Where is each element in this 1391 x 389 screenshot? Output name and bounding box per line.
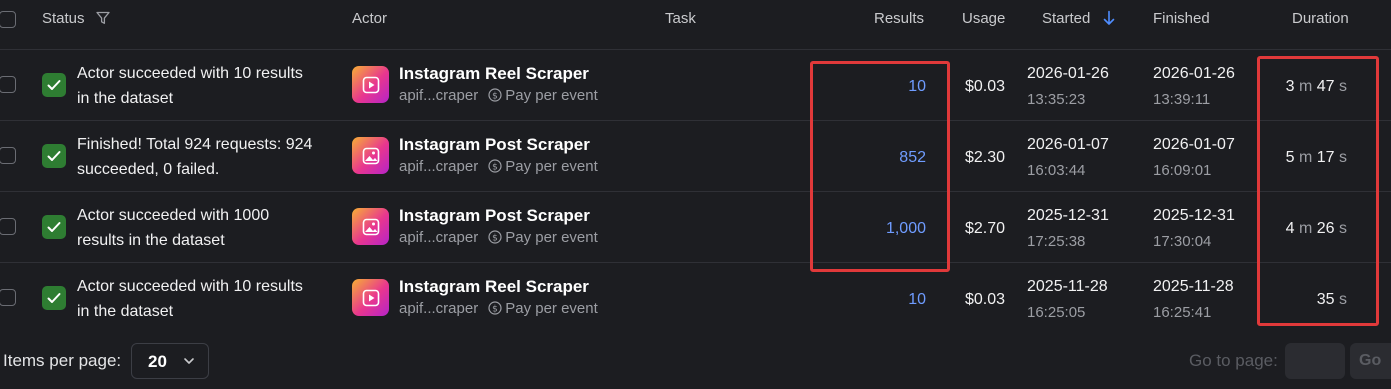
actor-id: apif...craper bbox=[399, 229, 479, 246]
table-row[interactable]: Actor succeeded with 10 results in the d… bbox=[0, 263, 1391, 334]
table-header: Status Actor Task Results Usage Started … bbox=[0, 0, 1391, 50]
chevron-down-icon bbox=[182, 354, 196, 373]
started-date: 2025-11-28 bbox=[1027, 278, 1108, 295]
status-message: Finished! Total 924 requests: 924 succee… bbox=[77, 132, 342, 182]
success-check-icon bbox=[42, 144, 66, 168]
results-link[interactable]: 10 bbox=[908, 291, 926, 309]
actor-column-header: Actor bbox=[352, 10, 388, 27]
finished-column-header: Finished bbox=[1153, 10, 1210, 27]
select-all-checkbox[interactable] bbox=[0, 11, 16, 28]
svg-text:$: $ bbox=[492, 305, 498, 315]
task-column-header: Task bbox=[665, 10, 696, 27]
finished-date: 2026-01-26 bbox=[1153, 65, 1235, 82]
started-header-label: Started bbox=[1042, 10, 1091, 27]
items-per-page-select[interactable]: 20 bbox=[131, 343, 209, 379]
status-line: in the dataset bbox=[77, 90, 174, 107]
actor-id: apif...craper bbox=[399, 300, 479, 317]
results-highlight-box bbox=[810, 61, 950, 272]
go-button[interactable]: Go bbox=[1350, 343, 1391, 379]
usage-column-header: Usage bbox=[962, 10, 1006, 27]
video-play-icon bbox=[352, 66, 389, 103]
status-line: Actor succeeded with 10 results bbox=[77, 65, 303, 82]
started-time: 13:35:23 bbox=[1027, 91, 1086, 108]
started-time: 17:25:38 bbox=[1027, 233, 1086, 250]
status-message: Actor succeeded with 10 results in the d… bbox=[77, 61, 342, 111]
actor-name-link[interactable]: Instagram Reel Scraper bbox=[399, 64, 589, 84]
goto-page-input[interactable] bbox=[1285, 343, 1345, 379]
svg-text:$: $ bbox=[492, 234, 498, 244]
table-row[interactable]: Actor succeeded with 10 results in the d… bbox=[0, 50, 1391, 121]
svg-text:$: $ bbox=[492, 92, 498, 102]
success-check-icon bbox=[42, 215, 66, 239]
status-message: Actor succeeded with 10 results in the d… bbox=[77, 274, 342, 324]
status-line: Actor succeeded with 1000 bbox=[77, 207, 270, 224]
pricing-model: Pay per event bbox=[505, 87, 598, 104]
success-check-icon bbox=[42, 286, 66, 310]
actor-meta: apif...craper $ Pay per event bbox=[399, 300, 598, 319]
duration-highlight-box bbox=[1257, 56, 1379, 326]
started-time: 16:25:05 bbox=[1027, 304, 1086, 321]
started-date: 2026-01-07 bbox=[1027, 136, 1109, 153]
usage-value: $2.30 bbox=[965, 149, 1006, 166]
pricing-model: Pay per event bbox=[505, 300, 598, 317]
finished-time: 17:30:04 bbox=[1153, 233, 1212, 250]
finished-time: 13:39:11 bbox=[1153, 91, 1211, 108]
row-checkbox[interactable] bbox=[0, 289, 16, 306]
actor-meta: apif...craper $ Pay per event bbox=[399, 229, 598, 248]
filter-icon[interactable] bbox=[95, 10, 111, 31]
coin-icon: $ bbox=[488, 88, 502, 106]
started-date: 2025-12-31 bbox=[1027, 207, 1109, 224]
actor-name-link[interactable]: Instagram Reel Scraper bbox=[399, 277, 589, 297]
actor-meta: apif...craper $ Pay per event bbox=[399, 158, 598, 177]
pricing-model: Pay per event bbox=[505, 229, 598, 246]
status-line: Finished! Total 924 requests: 924 bbox=[77, 136, 313, 153]
row-checkbox[interactable] bbox=[0, 147, 16, 164]
usage-value: $0.03 bbox=[965, 78, 1006, 95]
coin-icon: $ bbox=[488, 230, 502, 248]
actor-name-link[interactable]: Instagram Post Scraper bbox=[399, 206, 590, 226]
finished-date: 2025-11-28 bbox=[1153, 278, 1234, 295]
table-row[interactable]: Actor succeeded with 1000 results in the… bbox=[0, 192, 1391, 263]
actor-meta: apif...craper $ Pay per event bbox=[399, 87, 598, 106]
started-time: 16:03:44 bbox=[1027, 162, 1086, 179]
actor-name-link[interactable]: Instagram Post Scraper bbox=[399, 135, 590, 155]
usage-value: $2.70 bbox=[965, 220, 1006, 237]
actor-id: apif...craper bbox=[399, 87, 479, 104]
actor-id: apif...craper bbox=[399, 158, 479, 175]
row-checkbox[interactable] bbox=[0, 218, 16, 235]
video-play-icon bbox=[352, 279, 389, 316]
status-line: in the dataset bbox=[77, 303, 174, 320]
image-icon bbox=[352, 137, 389, 174]
pagination-bar: Items per page: 20 Go to page: Go bbox=[0, 333, 1391, 389]
started-column-header[interactable]: Started bbox=[1042, 10, 1115, 31]
status-header-label: Status bbox=[42, 10, 85, 27]
coin-icon: $ bbox=[488, 159, 502, 177]
finished-time: 16:09:01 bbox=[1153, 162, 1212, 179]
duration-column-header: Duration bbox=[1292, 10, 1349, 27]
row-checkbox[interactable] bbox=[0, 76, 16, 93]
svg-text:$: $ bbox=[492, 163, 498, 173]
status-message: Actor succeeded with 1000 results in the… bbox=[77, 203, 342, 253]
status-column-header[interactable]: Status bbox=[42, 10, 111, 31]
goto-page-label: Go to page: bbox=[1189, 351, 1278, 370]
started-date: 2026-01-26 bbox=[1027, 65, 1109, 82]
table-row[interactable]: Finished! Total 924 requests: 924 succee… bbox=[0, 121, 1391, 192]
coin-icon: $ bbox=[488, 301, 502, 319]
status-line: Actor succeeded with 10 results bbox=[77, 278, 303, 295]
items-per-page-value: 20 bbox=[148, 352, 167, 371]
status-line: succeeded, 0 failed. bbox=[77, 161, 220, 178]
finished-date: 2026-01-07 bbox=[1153, 136, 1235, 153]
image-icon bbox=[352, 208, 389, 245]
usage-value: $0.03 bbox=[965, 291, 1006, 308]
status-line: results in the dataset bbox=[77, 232, 225, 249]
results-column-header: Results bbox=[874, 10, 925, 27]
pricing-model: Pay per event bbox=[505, 158, 598, 175]
finished-time: 16:25:41 bbox=[1153, 304, 1212, 321]
success-check-icon bbox=[42, 73, 66, 97]
finished-date: 2025-12-31 bbox=[1153, 207, 1235, 224]
sort-descending-icon[interactable] bbox=[1103, 10, 1115, 31]
items-per-page-label: Items per page: bbox=[3, 351, 122, 370]
